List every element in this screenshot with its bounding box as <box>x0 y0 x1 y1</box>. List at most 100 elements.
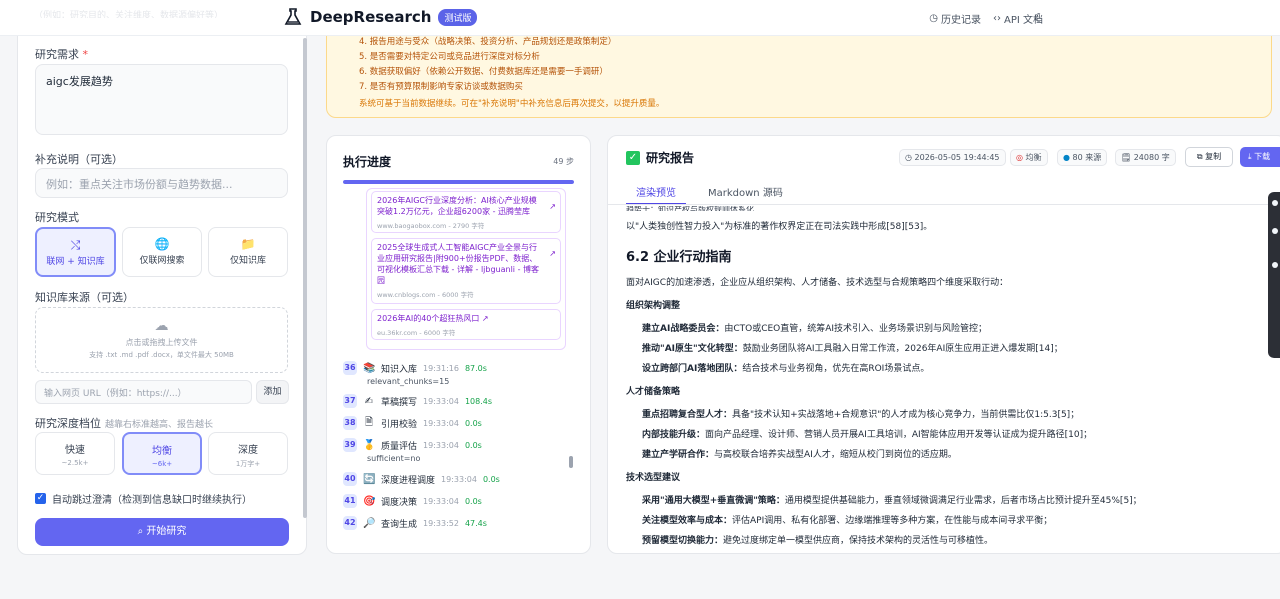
step-time: 19:33:04 <box>423 496 459 506</box>
step-duration: 0.0s <box>464 418 482 428</box>
magnifier-icon: 🔎 <box>363 517 376 529</box>
result-source: www.cnblogs.com - 6000 字符 <box>377 291 474 299</box>
required-mark: * <box>82 48 89 61</box>
step-number: 37 <box>343 394 357 408</box>
step-row[interactable]: 36 📚 知识入库 19:31:16 87.0s <box>343 359 583 377</box>
bullet-key: 内部技能升级： <box>642 430 706 440</box>
clarification-item: 6. 数据获取偏好（依赖公开数据、付费数据库还是需要一手调研） <box>359 67 608 77</box>
report-cut-line: 趋势十：知识产权与版权规则体系化 <box>626 206 754 211</box>
clarification-item: 7. 是否有预算限制影响专家访谈或数据购买 <box>359 82 523 92</box>
depth-label-1: 均衡 <box>152 446 172 457</box>
kb-source-label: 知识库来源（可选） <box>35 291 134 304</box>
step-number: 36 <box>343 361 357 375</box>
mode-kb-only[interactable]: 📁 仅知识库 <box>208 227 288 277</box>
bullet-key: 设立跨部门AI落地团队： <box>642 364 743 374</box>
bullet-key: 推动"AI原生"文化转型： <box>642 344 743 354</box>
step-name: 查询生成 <box>381 519 418 530</box>
tab-divider <box>608 204 1280 205</box>
report-date: ◷ 2026-05-05 19:44:45 <box>899 149 1006 166</box>
file-upload-dropzone[interactable]: ☁ 点击或拖拽上传文件 支持 .txt .md .pdf .docx，单文件最大… <box>35 307 288 373</box>
history-link[interactable]: ◷ 历史记录 <box>929 11 981 26</box>
step-row[interactable]: 42 🔎 查询生成 19:33:52 47.4s <box>343 514 583 532</box>
step-name: 深度进程调度 <box>381 475 436 486</box>
search-result-link[interactable]: 2025全球生成式人工智能AIGC产业全景与行业应用研究报告|附900+份报告P… <box>371 238 561 304</box>
bullet-key: 重点招聘复合型人才： <box>642 410 733 420</box>
depth-fast[interactable]: 快速 ~2.5k+ <box>35 432 115 475</box>
theme-toggle-moon-icon[interactable]: ☾ <box>1034 11 1045 25</box>
download-label: 下载 <box>1254 152 1271 161</box>
step-duration: 47.4s <box>464 518 487 528</box>
step-time: 19:33:04 <box>423 440 459 450</box>
floating-side-widget[interactable] <box>1268 192 1280 358</box>
widget-dot-icon <box>1272 228 1278 234</box>
progress-scrollbar[interactable] <box>569 456 573 468</box>
report-bullet: 建立AI战略委员会：由CTO或CEO直管，统筹AI技术引入、业务场景识别与风险管… <box>642 321 987 334</box>
url-input[interactable]: 输入网页 URL（例如：https://...） <box>35 380 252 404</box>
report-intro: 面对AIGC的加速渗透，企业应从组织架构、人才储备、技术选型与合规策略四个维度采… <box>626 278 1009 288</box>
widget-dot-icon <box>1272 200 1278 206</box>
step-row[interactable]: 38 🗎 引用校验 19:33:04 0.0s <box>343 414 583 432</box>
step-row[interactable]: 40 🔄 深度进程调度 19:33:04 0.0s <box>343 470 583 488</box>
writing-icon: ✍ <box>364 395 374 407</box>
result-title-text: 2026年AI的40个超狂热风口 <box>377 314 480 323</box>
report-words: 🗒 24080 字 <box>1115 149 1176 166</box>
report-sources: ● 80 来源 <box>1057 149 1108 166</box>
add-url-button[interactable]: 添加 <box>256 380 289 404</box>
supplement-input[interactable]: 例如：重点关注市场份额与趋势数据... <box>35 168 288 198</box>
document-icon: 🗎 <box>364 416 374 428</box>
supplement-ghost-text: （例如：研究目的、关注维度、数据源偏好等） <box>34 11 224 18</box>
upload-text: 点击或拖拽上传文件 <box>125 338 198 347</box>
step-number: 38 <box>343 416 357 430</box>
step-number: 40 <box>343 472 357 486</box>
refresh-icon: 🔄 <box>363 473 376 485</box>
auto-skip-checkbox[interactable]: ✓ 自动跳过澄清（检测到信息缺口时继续执行） <box>35 491 252 506</box>
search-result-link[interactable]: 2026年AI的40个超狂热风口 ↗ eu.36kr.com - 6000 字符 <box>371 309 561 340</box>
step-duration: 0.0s <box>464 496 482 506</box>
beta-badge: 测试版 <box>438 8 478 26</box>
tab-markdown[interactable]: Markdown 源码 <box>708 184 783 199</box>
subsection-title: 组织架构调整 <box>626 301 681 311</box>
report-sources-text: 80 来源 <box>1072 153 1102 162</box>
report-header: ✓ 研究报告 <box>626 149 694 166</box>
step-time: 19:33:52 <box>423 518 459 528</box>
step-duration: 87.0s <box>464 363 487 373</box>
mode-label-2: 仅知识库 <box>229 256 266 266</box>
report-bullet: 预留模型切换能力：避免过度绑定单一模型供应商，保持技术架构的灵活性与可移植性。 <box>642 533 993 546</box>
progress-panel: 执行进度 49 步 2026年AIGC行业深度分析：AI核心产业规模突破1.2万… <box>326 135 591 554</box>
bullet-text: 结合技术与业务视角，优先在高ROI场景试点。 <box>742 364 930 374</box>
brand-name: DeepResearch <box>310 8 432 26</box>
mode-web-only[interactable]: 🌐 仅联网搜索 <box>122 227 202 277</box>
section-heading: 6.2 企业行动指南 <box>626 250 732 265</box>
step-detail: sufficient=no <box>367 454 421 463</box>
report-bullet: 推动"AI原生"文化转型：鼓励业务团队将AI工具融入日常工作流，2026年AI原… <box>642 341 1063 354</box>
copy-label: 复制 <box>1205 152 1222 161</box>
history-label: 历史记录 <box>941 15 981 26</box>
step-row[interactable]: 39 🥇 质量评估 19:33:04 0.0s <box>343 436 583 454</box>
form-scrollbar[interactable] <box>303 38 307 518</box>
auto-skip-label: 自动跳过澄清（检测到信息缺口时继续执行） <box>52 495 252 506</box>
globe-icon: 🌐 <box>154 237 170 251</box>
tab-preview[interactable]: 渲染预览 <box>626 184 686 205</box>
start-research-button[interactable]: ⌕ 开始研究 <box>35 518 289 546</box>
bullet-key: 建立AI战略委员会： <box>642 324 725 334</box>
brand[interactable]: DeepResearch 测试版 <box>283 7 478 27</box>
step-name: 引用校验 <box>381 419 418 430</box>
depth-balanced[interactable]: 均衡 ~6k+ <box>122 432 202 475</box>
step-number: 42 <box>343 516 357 530</box>
clarification-item: 5. 是否需要对特定公司或竞品进行深度对标分析 <box>359 52 540 62</box>
copy-button[interactable]: ⧉ 复制 <box>1185 147 1233 167</box>
step-time: 19:33:04 <box>441 474 477 484</box>
supplement-label: 补充说明（可选） <box>35 153 123 166</box>
progress-bar <box>343 180 574 184</box>
search-icon: ⌕ <box>137 526 144 537</box>
search-result-link[interactable]: 2026年AIGC行业深度分析：AI核心产业规模突破1.2万亿元，企业超6200… <box>371 191 561 233</box>
step-row[interactable]: 41 🎯 调度决策 19:33:04 0.0s <box>343 492 583 510</box>
step-row[interactable]: 37 ✍ 草稿撰写 19:33:04 108.4s <box>343 392 583 410</box>
need-textarea[interactable]: aigc发展趋势 <box>35 64 288 135</box>
download-button[interactable]: ⤓ 下载 <box>1240 147 1280 167</box>
report-level-text: 均衡 <box>1025 153 1042 162</box>
research-form-panel: 研究需求 * aigc发展趋势 补充说明（可选） 例如：重点关注市场份额与趋势数… <box>17 0 307 555</box>
report-bullet: 采用"通用大模型+垂直微调"策略：通用模型提供基础能力，垂直领域微调满足行业需求… <box>642 493 1142 506</box>
mode-web-kb[interactable]: ⤭ 联网 + 知识库 <box>35 227 116 277</box>
depth-deep[interactable]: 深度 1万字+ <box>208 432 288 475</box>
